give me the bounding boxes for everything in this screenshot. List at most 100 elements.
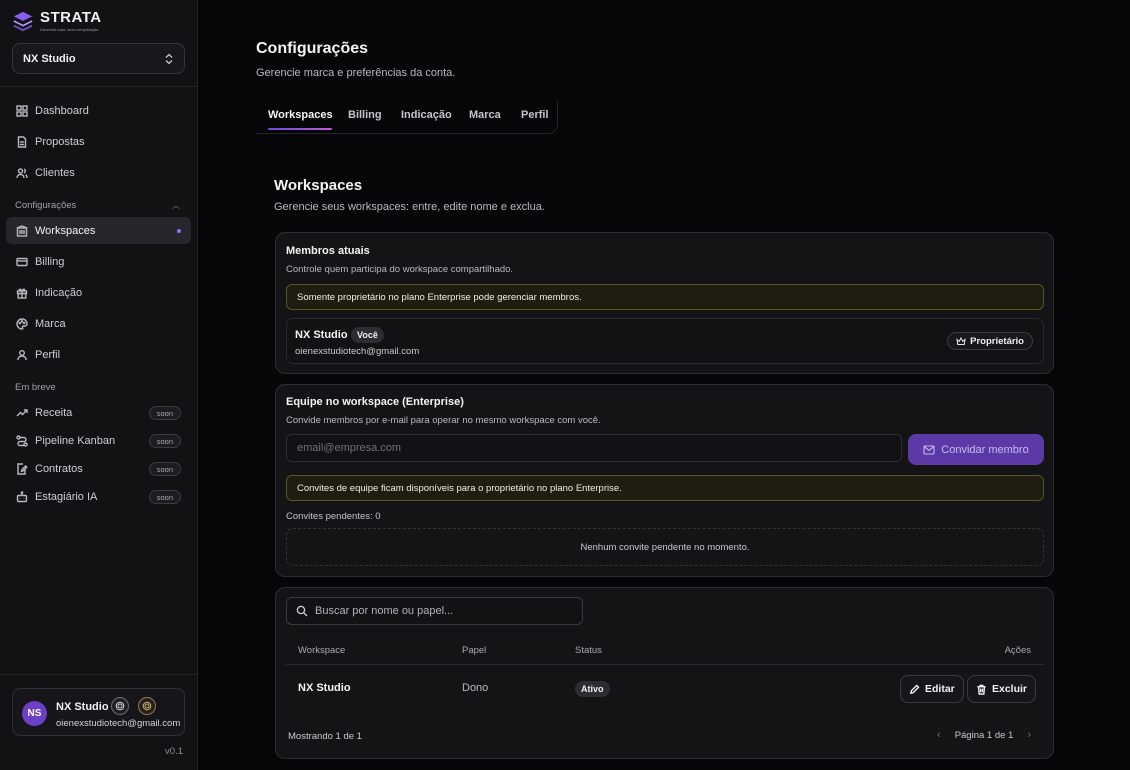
pagination: ‹ Página 1 de 1 › [937,729,1031,741]
sidebar-item-dashboard[interactable]: Dashboard [6,97,191,124]
card-icon [16,256,28,268]
pending-invites-count: Convites pendentes: 0 [286,511,381,522]
sidebar-item-clientes[interactable]: Clientes [6,159,191,186]
sidebar-item-estagiario-ia[interactable]: Estagiário IA soon [6,483,191,510]
sidebar-divider [0,86,198,87]
sidebar-divider [0,674,198,675]
sidebar: STRATA Gerencie tudo, sem complicação. N… [0,0,198,770]
user-email: oienexstudiotech@gmail.com [56,718,181,729]
page-title: Configurações [256,40,369,57]
pencil-icon [909,683,920,694]
tab-workspaces[interactable]: Workspaces [268,109,333,121]
members-title: Membros atuais [286,245,370,257]
workspaces-table-card: Buscar por nome ou papel... Workspace Pa… [275,587,1054,759]
building-icon [16,224,28,237]
section-title: Workspaces [274,177,363,194]
workspace-selector[interactable]: NX Studio [12,43,185,74]
soon-badge: soon [148,405,181,420]
cell-role: Dono [462,682,489,694]
brand-logo[interactable]: STRATA Gerencie tudo, sem complicação. [12,10,102,32]
column-header-workspace[interactable]: Workspace [298,645,345,656]
avatar: NS [22,701,47,726]
member-name: NX Studio [295,329,348,341]
user-name: NX Studio [56,701,109,713]
layers-logo-icon [13,11,33,32]
delete-button[interactable]: Excluir [967,675,1037,703]
route-icon [16,434,28,447]
active-tab-indicator [268,128,332,130]
team-title: Equipe no workspace (Enterprise) [286,396,464,408]
team-notice: Convites de equipe ficam disponíveis par… [286,475,1044,501]
section-subtitle: Gerencie seus workspaces: entre, edite n… [274,201,545,213]
app-version: v0.1 [165,746,183,757]
mail-icon [923,444,935,455]
chevron-left-icon[interactable]: ‹ [937,729,941,741]
search-placeholder: Buscar por nome ou papel... [315,605,454,617]
tab-marca[interactable]: Marca [469,109,501,121]
soon-badge: soon [148,433,181,448]
users-icon [16,167,28,179]
chevron-updown-icon [165,53,173,64]
members-card: Membros atuais Controle quem participa d… [275,232,1054,374]
search-input[interactable]: Buscar por nome ou papel... [286,597,583,625]
tab-indicacao[interactable]: Indicação [401,109,452,121]
empty-invites: Nenhum convite pendente no momento. [286,528,1044,566]
sidebar-item-label: Perfil [35,348,61,361]
contract-icon [16,462,28,475]
column-header-role[interactable]: Papel [462,645,486,656]
you-badge: Você [351,327,384,343]
settings-section-label: Configurações [15,200,77,211]
edit-label: Editar [925,683,955,695]
showing-count: Mostrando 1 de 1 [288,731,362,742]
sidebar-item-perfil[interactable]: Perfil [6,341,191,368]
soon-badge: soon [148,461,181,476]
chevron-right-icon[interactable]: › [1027,729,1031,741]
column-header-status[interactable]: Status [575,645,602,656]
sidebar-item-pipeline-kanban[interactable]: Pipeline Kanban soon [6,427,191,454]
column-header-actions: Ações [1004,645,1031,656]
sidebar-item-propostas[interactable]: Propostas [6,128,191,155]
sidebar-item-label: Billing [35,255,65,268]
tab-billing[interactable]: Billing [348,109,382,121]
trend-icon [16,407,28,419]
invite-member-button[interactable]: Convidar membro [908,434,1044,465]
sidebar-item-indicacao[interactable]: Indicação [6,279,191,306]
sidebar-item-marca[interactable]: Marca [6,310,191,337]
crown-icon [956,336,966,345]
sidebar-item-label: Workspaces [35,224,96,237]
sidebar-item-label: Propostas [35,135,85,148]
gold-badge-icon [138,697,156,715]
brand-name: STRATA [40,9,102,26]
cell-workspace: NX Studio [298,682,351,694]
sidebar-item-contratos[interactable]: Contratos soon [6,455,191,482]
spiral-badge-icon [111,697,129,715]
team-subtitle: Convide membros por e-mail para operar n… [286,415,601,426]
soon-badge: soon [148,489,181,504]
sidebar-item-workspaces[interactable]: Workspaces [6,217,191,244]
document-icon [16,135,28,148]
grid-icon [16,104,28,117]
bot-icon [16,490,28,503]
sidebar-item-billing[interactable]: Billing [6,248,191,275]
active-dot [177,228,181,233]
team-card: Equipe no workspace (Enterprise) Convide… [275,384,1054,577]
email-field[interactable]: email@empresa.com [286,434,902,462]
soon-section-label: Em breve [15,382,56,393]
tab-perfil[interactable]: Perfil [521,109,549,121]
brand-tagline: Gerencie tudo, sem complicação. [40,27,100,32]
sidebar-item-label: Estagiário IA [35,490,98,503]
page-indicator: Página 1 de 1 [954,729,1014,741]
members-notice: Somente proprietário no plano Enterprise… [286,284,1044,310]
gift-icon [16,287,28,299]
workspace-selector-value: NX Studio [23,52,76,65]
invite-member-label: Convidar membro [941,443,1029,456]
members-subtitle: Controle quem participa do workspace com… [286,264,514,275]
header-divider [286,664,1044,665]
edit-button[interactable]: Editar [900,675,964,703]
user-card[interactable]: NS NX Studio oienexstudiotech@gmail.com [12,688,185,736]
settings-tabs: Workspaces Billing Indicação Marca Perfi… [256,101,558,134]
role-label: Proprietário [970,335,1024,347]
sidebar-item-label: Clientes [35,166,75,179]
sidebar-item-receita[interactable]: Receita soon [6,399,191,426]
chevron-up-icon[interactable]: ︿ [172,200,180,211]
